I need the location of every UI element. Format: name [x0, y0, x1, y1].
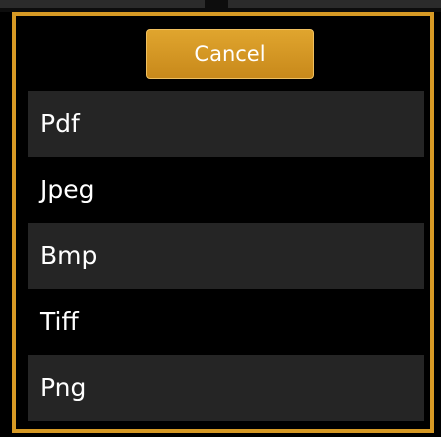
format-options-list: Pdf Jpeg Bmp Tiff Png	[28, 91, 424, 421]
screen: Cancel Pdf Jpeg Bmp Tiff Png	[0, 0, 441, 437]
option-png[interactable]: Png	[28, 355, 424, 421]
option-pdf[interactable]: Pdf	[28, 91, 424, 157]
option-tiff[interactable]: Tiff	[28, 289, 424, 355]
background-window-strip	[0, 0, 441, 12]
option-bmp[interactable]: Bmp	[28, 223, 424, 289]
option-jpeg[interactable]: Jpeg	[28, 157, 424, 223]
background-window-segment	[228, 0, 441, 8]
background-window-segment	[0, 0, 205, 8]
export-format-dialog: Cancel Pdf Jpeg Bmp Tiff Png	[12, 12, 434, 433]
cancel-button[interactable]: Cancel	[146, 29, 314, 79]
